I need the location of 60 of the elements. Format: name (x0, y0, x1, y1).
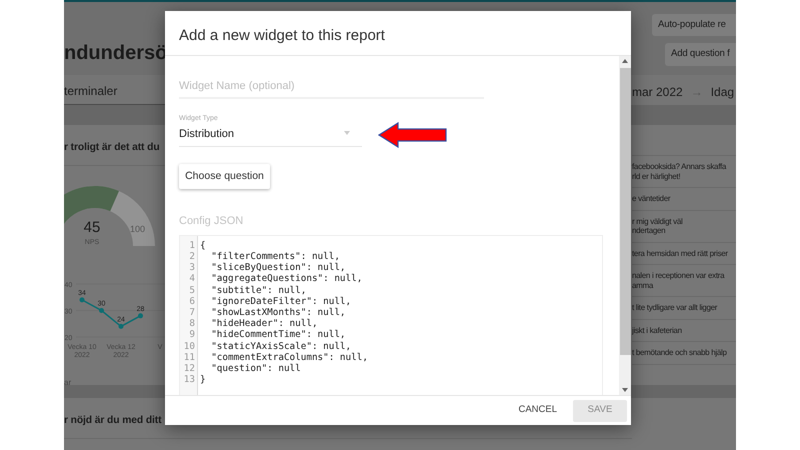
field-label: Config JSON (179, 214, 244, 230)
line-number: 1 (188, 240, 195, 251)
date-to[interactable]: Idag (710, 83, 734, 101)
code-line: "question": null (210, 362, 301, 374)
top-button[interactable]: Auto-populate re (652, 14, 736, 36)
cancel-button[interactable]: CANCEL (512, 402, 563, 419)
modal-title: Add a new widget to this report (165, 11, 631, 56)
code-line: "commentExtraColumns": null, (210, 352, 368, 363)
data-point (99, 308, 104, 313)
line-number: 6 (188, 296, 195, 307)
data-point (138, 313, 143, 318)
line-number: 10 (182, 340, 195, 352)
comment-text: facebooksida? Annars skaffa rld er härlighet! (632, 155, 736, 187)
gauge-value: 45 (84, 219, 100, 236)
line-number: 8 (188, 318, 195, 330)
widget-type-select[interactable]: Distribution (179, 124, 362, 146)
line-number: 2 (188, 250, 195, 262)
card-title: r nöjd är du med ditt (64, 414, 162, 428)
card-title: r troligt är det att du (64, 141, 160, 155)
line-number: 7 (188, 306, 195, 318)
scrollbar-thumb[interactable] (620, 68, 630, 355)
scroll-down-icon (622, 388, 628, 392)
code-editor[interactable] (179, 234, 603, 395)
line-number: 4 (188, 273, 195, 285)
comment-text: nalen i receptionen var extra amma (632, 264, 736, 296)
code-line: "hideHeader": null, (210, 318, 318, 330)
comment-text: tera hemsidan med rätt priser (632, 242, 736, 264)
code-line: "ignoreDateFilter": null, (210, 296, 352, 307)
caret-icon (344, 131, 350, 135)
line-number: 13 (182, 374, 195, 386)
code-line: "aggregateQuestions": null, (210, 273, 362, 285)
top-button[interactable]: Add question f (665, 43, 736, 66)
page-title: ndundersö (64, 41, 168, 66)
code-line: "hideCommentTime": null, (210, 329, 346, 341)
comment-text: e väntetider (632, 187, 736, 210)
data-point (80, 297, 84, 302)
comment-text: t lite tydligare var allt ligger (632, 296, 736, 318)
line-number: 12 (182, 362, 195, 374)
comment-text: t bemötande och snabb hjälp (632, 341, 736, 364)
code-line: "subtitle": null, (210, 284, 306, 296)
gauge-max: 100 (130, 224, 146, 234)
line-number: 11 (182, 352, 195, 363)
line-number: 3 (188, 262, 195, 274)
data-point (118, 324, 124, 329)
code-line: } (200, 374, 206, 386)
code-line: "filterComments": null, (210, 250, 340, 262)
scroll-up-icon (622, 59, 628, 63)
code-line: { (200, 240, 206, 251)
arrow-icon: → (690, 83, 703, 101)
line-number: 5 (188, 284, 195, 296)
line-number: 9 (188, 329, 195, 341)
scrollbar[interactable] (619, 56, 631, 395)
choose-question-button[interactable]: Choose question (179, 164, 270, 190)
code-line: "showLastXMonths": null, (210, 306, 346, 318)
code-line: "staticYAxisScale": null, (210, 340, 352, 352)
comment-text: jiskt i kafeterian (632, 318, 736, 341)
code-line: "sliceByQuestion": null, (210, 262, 346, 274)
comment-text: r mig väldigt väl ndertagen (632, 210, 736, 242)
date-from[interactable]: mar 2022 (632, 83, 683, 101)
arrow-icon (378, 122, 447, 148)
